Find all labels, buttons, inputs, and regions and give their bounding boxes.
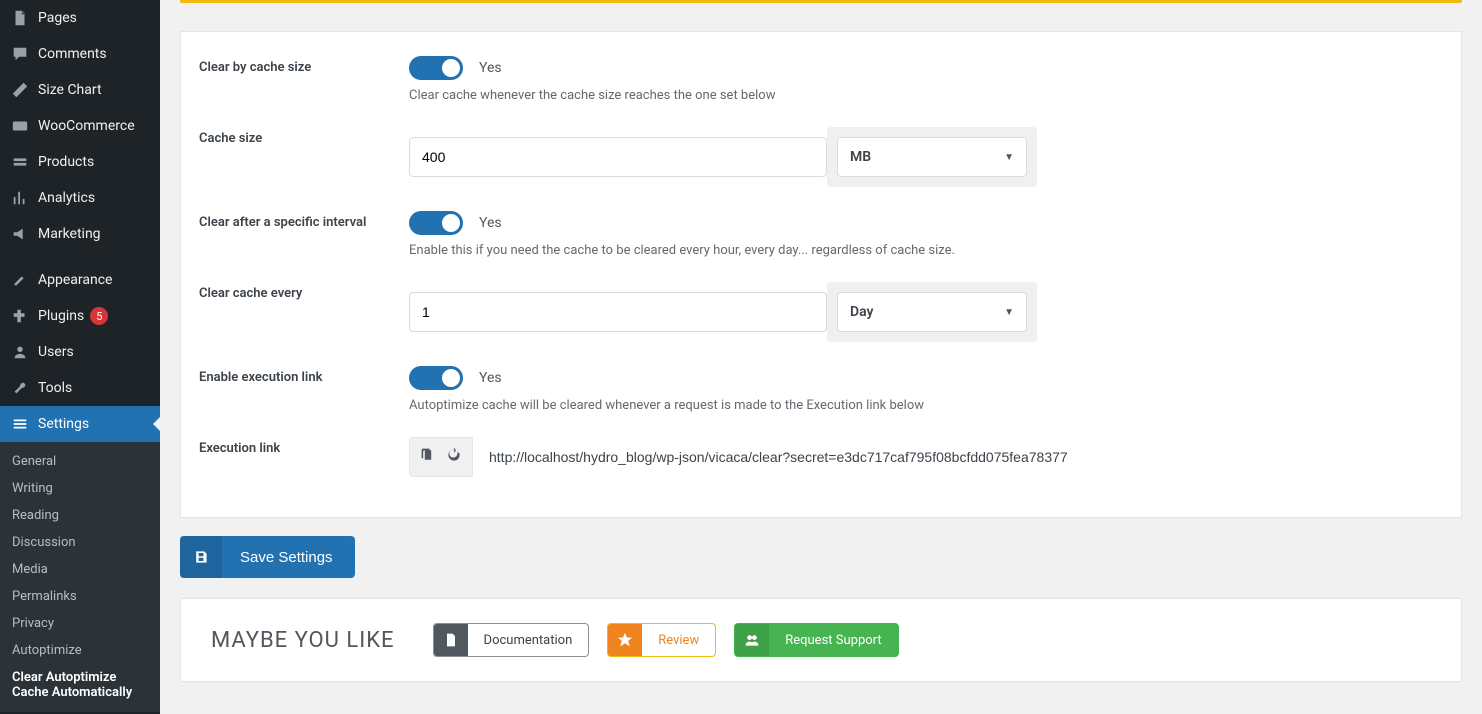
admin-sidebar: Pages Comments Size Chart WooCommerce Pr… (0, 0, 160, 714)
comments-icon (10, 44, 30, 64)
select-interval-unit[interactable]: Day ▼ (837, 292, 1027, 332)
pages-icon (10, 8, 30, 28)
star-icon (608, 624, 642, 656)
sidebar-item-tools[interactable]: Tools (0, 370, 160, 406)
select-value: MB (850, 149, 871, 165)
sidebar-label: Plugins (38, 308, 84, 324)
main-content: Clear by cache size Yes Clear cache when… (160, 0, 1482, 714)
sidebar-label: Users (38, 344, 74, 360)
label-clear-by-size: Clear by cache size (199, 56, 409, 75)
sidebar-label: Settings (38, 416, 89, 432)
sidebar-label: Appearance (38, 272, 112, 288)
sidebar-label: Tools (38, 380, 72, 396)
sidebar-item-sizechart[interactable]: Size Chart (0, 72, 160, 108)
documentation-button[interactable]: Documentation (433, 623, 590, 657)
input-clear-every[interactable] (409, 292, 827, 332)
chevron-down-icon: ▼ (1004, 307, 1014, 318)
btn-label: Request Support (769, 633, 897, 648)
desc-exec-enable: Autoptimize cache will be cleared whenev… (409, 398, 1443, 413)
desc-clear-interval: Enable this if you need the cache to be … (409, 243, 1443, 258)
toggle-state: Yes (479, 370, 502, 386)
copy-icon[interactable] (420, 447, 436, 467)
toggle-clear-by-size[interactable] (409, 56, 463, 80)
btn-label: Documentation (468, 633, 589, 648)
sidebar-label: Products (38, 154, 94, 170)
toggle-clear-interval[interactable] (409, 211, 463, 235)
save-icon (180, 536, 222, 578)
plugin-icon (10, 306, 30, 326)
sidebar-item-appearance[interactable]: Appearance (0, 262, 160, 298)
sub-general[interactable]: General (0, 448, 160, 475)
sidebar-label: Marketing (38, 226, 101, 242)
toggle-state: Yes (479, 60, 502, 76)
btn-label: Review (642, 633, 715, 648)
sidebar-label: Analytics (38, 190, 95, 206)
toggle-exec-enable[interactable] (409, 366, 463, 390)
sidebar-label: Comments (38, 46, 107, 62)
sidebar-item-marketing[interactable]: Marketing (0, 216, 160, 252)
label-clear-every: Clear cache every (199, 282, 409, 301)
brush-icon (10, 270, 30, 290)
recommend-title: MAYBE YOU LIKE (211, 628, 395, 653)
label-exec-link: Execution link (199, 437, 409, 456)
sub-media[interactable]: Media (0, 556, 160, 583)
sidebar-item-analytics[interactable]: Analytics (0, 180, 160, 216)
label-cache-size: Cache size (199, 127, 409, 146)
save-button[interactable]: Save Settings (180, 536, 355, 578)
sub-autoptimize[interactable]: Autoptimize (0, 637, 160, 664)
sidebar-label: Size Chart (38, 82, 102, 98)
support-icon (735, 624, 769, 656)
chevron-down-icon: ▼ (1004, 152, 1014, 163)
sidebar-item-plugins[interactable]: Plugins 5 (0, 298, 160, 334)
megaphone-icon (10, 224, 30, 244)
accent-bar (180, 0, 1462, 3)
sub-clear-autoptimize[interactable]: Clear Autoptimize Cache Automatically (0, 664, 160, 706)
sub-permalinks[interactable]: Permalinks (0, 583, 160, 610)
label-exec-enable: Enable execution link (199, 366, 409, 385)
products-icon (10, 152, 30, 172)
sub-writing[interactable]: Writing (0, 475, 160, 502)
sidebar-item-users[interactable]: Users (0, 334, 160, 370)
desc-clear-by-size: Clear cache whenever the cache size reac… (409, 88, 1443, 103)
sidebar-label: Pages (38, 10, 77, 26)
settings-submenu: General Writing Reading Discussion Media… (0, 442, 160, 712)
sidebar-item-settings[interactable]: Settings (0, 406, 160, 442)
select-cache-unit[interactable]: MB ▼ (837, 137, 1027, 177)
support-button[interactable]: Request Support (734, 623, 898, 657)
sub-discussion[interactable]: Discussion (0, 529, 160, 556)
input-cache-size[interactable] (409, 137, 827, 177)
wrench-icon (10, 378, 30, 398)
select-value: Day (850, 304, 874, 320)
analytics-icon (10, 188, 30, 208)
settings-icon (10, 414, 30, 434)
refresh-icon[interactable] (446, 447, 462, 467)
users-icon (10, 342, 30, 362)
sidebar-item-woocommerce[interactable]: WooCommerce (0, 108, 160, 144)
sidebar-item-products[interactable]: Products (0, 144, 160, 180)
woo-icon (10, 116, 30, 136)
sidebar-item-comments[interactable]: Comments (0, 36, 160, 72)
document-icon (434, 624, 468, 656)
ruler-icon (10, 80, 30, 100)
toggle-state: Yes (479, 215, 502, 231)
sub-privacy[interactable]: Privacy (0, 610, 160, 637)
save-label: Save Settings (240, 549, 333, 566)
label-clear-interval: Clear after a specific interval (199, 211, 409, 230)
exec-link-field[interactable] (473, 437, 1443, 477)
review-button[interactable]: Review (607, 623, 716, 657)
settings-panel: Clear by cache size Yes Clear cache when… (180, 31, 1462, 518)
recommend-panel: MAYBE YOU LIKE Documentation Review Requ… (180, 598, 1462, 682)
sidebar-label: WooCommerce (38, 118, 135, 134)
sidebar-item-pages[interactable]: Pages (0, 0, 160, 36)
sub-reading[interactable]: Reading (0, 502, 160, 529)
plugins-badge: 5 (90, 307, 108, 325)
